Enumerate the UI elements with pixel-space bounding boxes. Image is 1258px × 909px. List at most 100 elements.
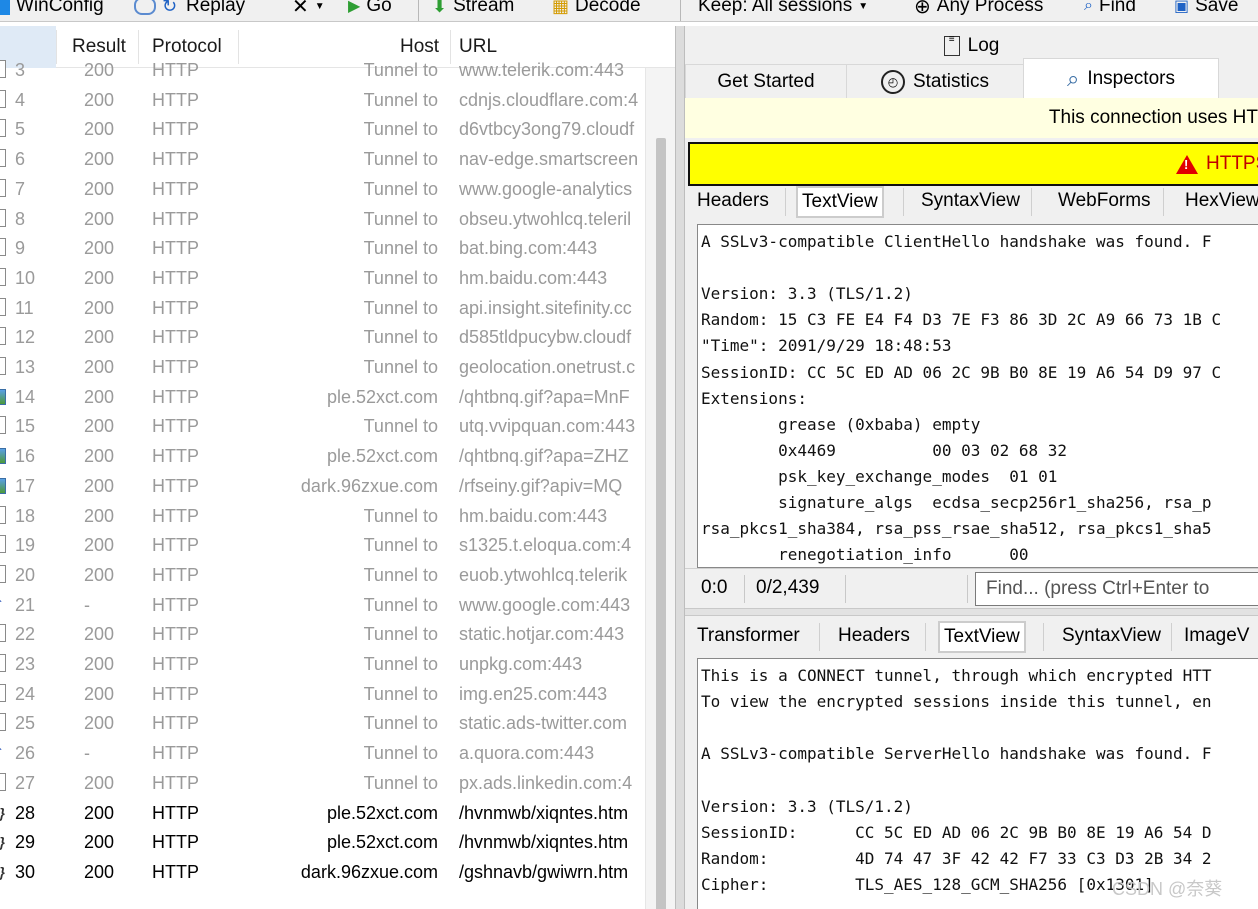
text-line: To view the encrypted sessions inside th…: [701, 692, 1212, 712]
find-button[interactable]: ⌕ Find: [1084, 0, 1136, 20]
document-icon: [0, 297, 8, 318]
session-row[interactable]: 9 200 HTTP Tunnel to bat.bing.com:443: [0, 234, 660, 264]
replay-button[interactable]: ↻ Replay: [134, 0, 245, 20]
session-result: 200: [84, 861, 115, 882]
session-row[interactable]: 14 200 HTTP ple.52xct.com/qhtbnq.gif?apa=Mn…: [0, 383, 660, 413]
response-tab-headers[interactable]: Headers: [834, 621, 914, 653]
session-row[interactable]: 16 200 HTTP ple.52xct.com/qhtbnq.gif?apa=ZH…: [0, 442, 660, 472]
document-icon: [0, 772, 8, 793]
session-list[interactable]: Result Protocol Host URL 3 200 HTTP Tunnel …: [0, 26, 675, 909]
any-process-label: Any Process: [936, 0, 1044, 16]
go-button[interactable]: ▶ Go: [348, 0, 392, 20]
response-tab-textview[interactable]: TextView: [938, 621, 1026, 653]
session-row[interactable]: 3 200 HTTP Tunnel to www.telerik.com:443: [0, 56, 660, 86]
remove-button[interactable]: ✕ ▼: [292, 0, 325, 20]
response-textview[interactable]: This is a CONNECT tunnel, through which …: [697, 658, 1258, 909]
winconfig-button[interactable]: WinConfig: [0, 0, 104, 20]
session-host: Tunnel to: [363, 238, 438, 259]
response-tab-imageview[interactable]: ImageV: [1180, 621, 1253, 653]
session-row[interactable]: 13 200 HTTP Tunnel to geolocation.onetrust.c: [0, 353, 660, 383]
session-row[interactable]: {} 28 200 HTTP ple.52xct.com/hvnmwb/xiqntes.…: [0, 799, 660, 829]
request-tab-webforms[interactable]: WebForms: [1054, 186, 1155, 218]
image-icon: [0, 387, 8, 407]
session-number: 16: [15, 446, 36, 467]
session-row[interactable]: 15 200 HTTP Tunnel to utq.vvipquan.com:443: [0, 412, 660, 442]
response-tab-transformer[interactable]: Transformer: [693, 621, 804, 653]
byte-count: 0/2,439: [756, 577, 820, 598]
script-icon: {}: [0, 862, 8, 882]
session-row[interactable]: 24 200 HTTP Tunnel to img.en25.com:443: [0, 680, 660, 710]
decode-button[interactable]: ▦ Decode: [552, 0, 641, 20]
request-tab-headers[interactable]: Headers: [693, 186, 773, 218]
tab-get-started[interactable]: Get Started: [685, 64, 847, 100]
session-url: s1325.t.eloqua.com:4: [459, 535, 632, 556]
session-row[interactable]: 27 200 HTTP Tunnel to px.ads.linkedin.com:4: [0, 769, 660, 799]
document-icon: [0, 505, 8, 526]
keep-sessions-label: Keep: All sessions: [698, 0, 853, 16]
session-host: Tunnel to: [363, 119, 438, 140]
session-list-scrollbar[interactable]: [645, 68, 675, 909]
session-row[interactable]: 25 200 HTTP Tunnel to static.ads-twitter.com: [0, 709, 660, 739]
session-host: Tunnel to: [363, 624, 438, 645]
session-result: 200: [84, 772, 115, 793]
stream-button[interactable]: ⬇ Stream: [432, 0, 514, 20]
close-icon: ✕: [292, 0, 309, 18]
session-protocol: HTTP: [152, 624, 199, 645]
pane-splitter[interactable]: [675, 26, 685, 909]
session-result: 200: [84, 802, 115, 823]
session-row[interactable]: 4 200 HTTP Tunnel to cdnjs.cloudflare.com:4: [0, 86, 660, 116]
session-row[interactable]: 8 200 HTTP Tunnel to obseu.ytwohlcq.teleril: [0, 205, 660, 235]
request-textview[interactable]: A SSLv3-compatible ClientHello handshake…: [697, 224, 1258, 568]
tab-inspectors[interactable]: ⌕ Inspectors: [1023, 58, 1219, 100]
request-tab-hexview[interactable]: HexView: [1181, 186, 1258, 218]
session-row[interactable]: 17 200 HTTP dark.96zxue.com/rfseiny.gif?api…: [0, 472, 660, 502]
session-url: static.ads-twitter.com: [459, 713, 628, 734]
response-inspector-tabs: Transformer Headers TextView SyntaxView …: [685, 621, 1258, 655]
inspector-splitter[interactable]: [685, 608, 1258, 616]
session-row[interactable]: 20 200 HTTP Tunnel to euob.ytwohlcq.telerik: [0, 561, 660, 591]
comment-icon: [134, 0, 156, 15]
find-input[interactable]: Find... (press Ctrl+Enter to: [975, 572, 1258, 606]
session-row[interactable]: ↑ 21 - HTTP Tunnel to www.google.com:443: [0, 591, 660, 621]
session-protocol: HTTP: [152, 505, 199, 526]
session-row[interactable]: 7 200 HTTP Tunnel to www.google-analytics: [0, 175, 660, 205]
session-url: /rfseiny.gif?apiv=MQ: [459, 475, 623, 496]
scrollbar-thumb[interactable]: [656, 138, 666, 909]
keep-sessions-dropdown[interactable]: Keep: All sessions ▼: [698, 0, 868, 20]
https-warning-bar[interactable]: HTTPS: [688, 142, 1258, 186]
response-tab-syntaxview[interactable]: SyntaxView: [1058, 621, 1165, 653]
session-host: Tunnel to: [363, 208, 438, 229]
session-url: obseu.ytwohlcq.teleril: [459, 208, 632, 229]
request-tab-syntaxview[interactable]: SyntaxView: [917, 186, 1024, 218]
session-result: 200: [84, 713, 115, 734]
session-protocol: HTTP: [152, 89, 199, 110]
winconfig-label: WinConfig: [16, 0, 104, 16]
session-result: 200: [84, 208, 115, 229]
request-status-bar: 0:0 0/2,439 Find... (press Ctrl+Enter to: [685, 568, 1258, 608]
session-row[interactable]: {} 30 200 HTTP dark.96zxue.com/gshnavb/gwiwr…: [0, 858, 660, 888]
session-url: /qhtbnq.gif?apa=MnF: [459, 386, 630, 407]
session-row[interactable]: ↑ 26 - HTTP Tunnel to a.quora.com:443: [0, 739, 660, 769]
tab-statistics[interactable]: ◴ Statistics: [846, 64, 1024, 100]
session-row[interactable]: 5 200 HTTP Tunnel to d6vtbcy3ong79.cloudf: [0, 115, 660, 145]
session-row[interactable]: 6 200 HTTP Tunnel to nav-edge.smartscreen: [0, 145, 660, 175]
session-protocol: HTTP: [152, 564, 199, 585]
session-row[interactable]: {} 29 200 HTTP ple.52xct.com/hvnmwb/xiqntes.…: [0, 828, 660, 858]
session-row[interactable]: 11 200 HTTP Tunnel to api.insight.sitefinity…: [0, 294, 660, 324]
session-row[interactable]: 19 200 HTTP Tunnel to s1325.t.eloqua.com:4: [0, 531, 660, 561]
session-protocol: HTTP: [152, 267, 199, 288]
text-line: Extensions:: [701, 388, 807, 408]
tab-statistics-label: Statistics: [912, 71, 990, 92]
document-icon: [0, 327, 8, 347]
any-process-button[interactable]: ⊕ Any Process: [914, 0, 1043, 20]
session-row[interactable]: 22 200 HTTP Tunnel to static.hotjar.com:443: [0, 620, 660, 650]
save-button[interactable]: ▣ Save: [1174, 0, 1238, 20]
session-row[interactable]: 18 200 HTTP Tunnel to hm.baidu.com:443: [0, 502, 660, 532]
session-url: /qhtbnq.gif?apa=ZHZ: [459, 446, 629, 467]
request-tab-textview[interactable]: TextView: [796, 186, 884, 218]
session-row[interactable]: 12 200 HTTP Tunnel to d585tldpucybw.cloudf: [0, 323, 660, 353]
session-row[interactable]: 23 200 HTTP Tunnel to unpkg.com:443: [0, 650, 660, 680]
session-row[interactable]: 10 200 HTTP Tunnel to hm.baidu.com:443: [0, 264, 660, 294]
session-result: 200: [84, 327, 115, 348]
windows-icon: [0, 0, 10, 15]
